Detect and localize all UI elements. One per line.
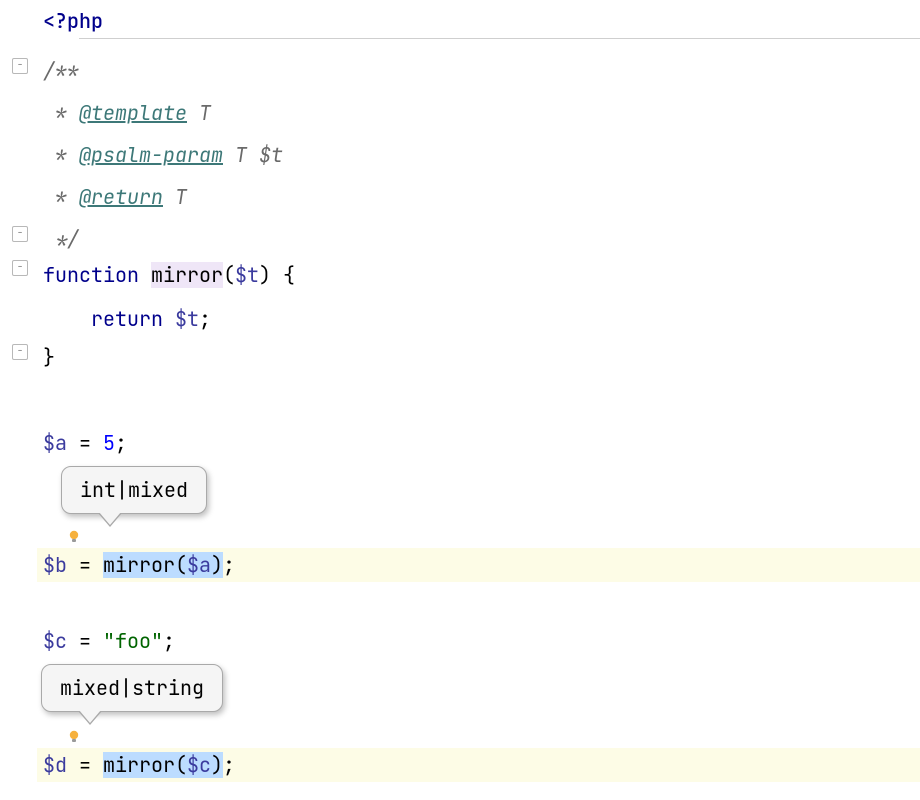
semicolon: ;: [223, 752, 235, 778]
equals: =: [67, 552, 103, 578]
doc-open: /**: [43, 58, 79, 84]
code-line[interactable]: return $t;: [37, 302, 920, 336]
call-mirror: mirror: [103, 752, 175, 778]
lightbulb-icon[interactable]: [67, 730, 81, 744]
doc-tag-return: @return: [79, 184, 163, 210]
code-line[interactable]: */: [37, 222, 920, 256]
code-line[interactable]: * @template T: [37, 96, 920, 130]
code-line[interactable]: * @psalm-param T $t: [37, 138, 920, 172]
literal-foo: "foo": [103, 628, 163, 654]
code-line[interactable]: function mirror($t) {: [37, 258, 920, 292]
tooltip-tail-icon: [78, 711, 102, 725]
php-open-tag: <?php: [43, 8, 103, 34]
tooltip-tail-icon: [98, 513, 122, 527]
code-line[interactable]: <?php: [37, 4, 920, 38]
doc-tag-template: @template: [79, 100, 187, 126]
var-c: $c: [43, 628, 67, 654]
semicolon: ;: [163, 628, 175, 654]
equals: =: [67, 752, 103, 778]
doc-star: *: [43, 184, 79, 210]
close-brace: }: [43, 344, 55, 370]
equals: =: [67, 628, 103, 654]
paren-open: (: [175, 752, 187, 778]
lightbulb-icon[interactable]: [67, 530, 81, 544]
var-b: $b: [43, 552, 67, 578]
param-var: $t: [235, 262, 259, 288]
fold-toggle-icon[interactable]: −: [12, 226, 28, 242]
type-hint-tooltip: mixed|string: [41, 664, 223, 712]
paren-open: (: [223, 262, 235, 288]
separator-line: [79, 38, 920, 39]
keyword-return: return: [91, 306, 175, 332]
function-name: mirror: [151, 262, 223, 288]
code-line[interactable]: * @return T: [37, 180, 920, 214]
code-line[interactable]: }: [37, 340, 920, 374]
semicolon: ;: [199, 306, 211, 332]
fold-toggle-icon[interactable]: −: [12, 58, 28, 74]
doc-arg: T $t: [223, 142, 283, 168]
code-area[interactable]: <?php /** * @template T * @psalm-param T…: [37, 0, 920, 800]
doc-star: *: [43, 142, 79, 168]
fold-toggle-icon[interactable]: −: [12, 344, 28, 360]
paren-open: (: [175, 552, 187, 578]
tooltip-text: mixed|string: [60, 675, 204, 701]
paren-close-brace: ) {: [259, 262, 295, 288]
return-var: $t: [175, 306, 199, 332]
code-line[interactable]: $a = 5;: [37, 426, 920, 460]
doc-arg: T: [163, 184, 187, 210]
doc-close: */: [43, 226, 79, 252]
literal-5: 5: [103, 430, 115, 456]
code-line[interactable]: $c = "foo";: [37, 624, 920, 658]
code-editor[interactable]: − − − − <?php /** * @template T * @psalm…: [0, 0, 920, 800]
var-d: $d: [43, 752, 67, 778]
code-line-highlighted[interactable]: $d = mirror($c);: [37, 748, 920, 782]
fold-toggle-icon[interactable]: −: [12, 260, 28, 276]
gutter: − − − −: [0, 0, 37, 800]
paren-close: ): [211, 752, 223, 778]
doc-tag-psalm-param: @psalm-param: [79, 142, 223, 168]
tooltip-text: int|mixed: [80, 477, 188, 503]
var-a: $a: [43, 430, 67, 456]
code-line-highlighted[interactable]: $b = mirror($a);: [37, 548, 920, 582]
keyword-function: function: [43, 262, 151, 288]
semicolon: ;: [115, 430, 127, 456]
call-mirror: mirror: [103, 552, 175, 578]
semicolon: ;: [223, 552, 235, 578]
arg-c: $c: [187, 752, 211, 778]
type-hint-tooltip: int|mixed: [61, 466, 207, 514]
code-line[interactable]: /**: [37, 54, 920, 88]
equals: =: [67, 430, 103, 456]
doc-star: *: [43, 100, 79, 126]
doc-arg: T: [187, 100, 211, 126]
paren-close: ): [211, 552, 223, 578]
arg-a: $a: [187, 552, 211, 578]
